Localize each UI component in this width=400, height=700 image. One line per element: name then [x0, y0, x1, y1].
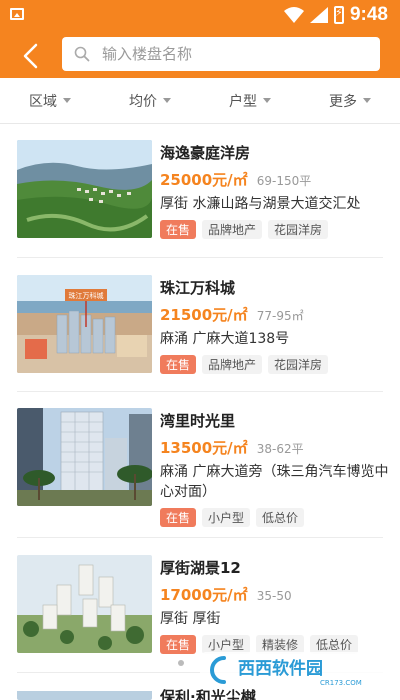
back-button[interactable] — [14, 40, 46, 72]
tag: 小户型 — [202, 508, 251, 527]
listing-photo — [17, 408, 152, 506]
filter-label: 均价 — [129, 93, 157, 110]
listing-info: 湾里时光里 13500元/㎡ 38-62平 麻涌 广麻大道旁（珠三角汽车博览中心… — [160, 410, 390, 527]
listing-info: 珠江万科城 21500元/㎡ 77-95㎡ 麻涌 广麻大道138号 在售 品牌地… — [160, 277, 390, 374]
listing-name: 湾里时光里 — [160, 412, 236, 430]
listing-price: 21500元/㎡ — [160, 306, 248, 324]
price-row: 21500元/㎡ 77-95㎡ — [160, 304, 390, 325]
price-row: 17000元/㎡ 35-50 — [160, 584, 390, 605]
search-box[interactable] — [62, 37, 380, 71]
listing-price: 17000元/㎡ — [160, 586, 248, 604]
tag: 低总价 — [256, 508, 305, 527]
listing-info: 保利·和光尘樾 — [160, 686, 390, 700]
listing-address: 厚街 水濂山路与湖景大道交汇处 — [160, 196, 361, 212]
status-icons: 9:48 — [283, 4, 388, 26]
listing-price: 13500元/㎡ — [160, 439, 248, 457]
listing-photo — [17, 140, 152, 238]
price-row: 25000元/㎡ 69-150平 — [160, 169, 390, 190]
listing-tags: 在售 品牌地产 花园洋房 — [160, 355, 390, 374]
search-input[interactable] — [102, 45, 362, 63]
listing-tags: 在售 品牌地产 花园洋房 — [160, 220, 390, 239]
listing-address: 麻涌 广麻大道旁（珠三角汽车博览中心对面） — [160, 464, 389, 500]
status-badge: 在售 — [160, 355, 197, 374]
listing-name: 海逸豪庭洋房 — [160, 144, 251, 162]
listing-info: 厚街湖景12 17000元/㎡ 35-50 厚街 厚街 在售 小户型 精装修 低… — [160, 557, 390, 654]
image-notification-icon — [10, 8, 24, 20]
listing-area: 77-95㎡ — [256, 309, 304, 323]
filter-bar: 区域 均价 户型 更多 — [0, 78, 400, 124]
listing-info: 海逸豪庭洋房 25000元/㎡ 69-150平 厚街 水濂山路与湖景大道交汇处 … — [160, 142, 390, 239]
status-badge: 在售 — [160, 635, 197, 654]
price-row: 13500元/㎡ 38-62平 — [160, 437, 390, 458]
watermark-text: 西西软件园 — [238, 658, 323, 679]
filter-label: 户型 — [229, 93, 257, 110]
listing-address: 麻涌 广麻大道138号 — [160, 331, 290, 347]
watermark-sub: CR173.COM — [320, 679, 362, 687]
status-bar: 9:48 — [0, 0, 400, 32]
filter-more[interactable]: 更多 — [300, 78, 400, 123]
caret-down-icon — [163, 98, 171, 103]
status-badge: 在售 — [160, 220, 197, 239]
listing-photo: 珠江万科城 — [17, 275, 152, 373]
wifi-icon — [283, 7, 304, 23]
listing-area: 35-50 — [256, 589, 292, 603]
filter-label: 更多 — [329, 93, 357, 110]
status-time: 9:48 — [349, 4, 388, 25]
divider — [17, 537, 383, 538]
tag: 品牌地产 — [202, 220, 263, 239]
status-badge: 在售 — [160, 508, 197, 527]
caret-down-icon — [363, 98, 371, 103]
photo-sign-text: 珠江万科城 — [69, 291, 104, 300]
signal-icon — [309, 7, 328, 23]
listing-photo — [17, 688, 152, 700]
battery-charging-icon — [333, 6, 344, 24]
filter-label: 区域 — [29, 93, 57, 110]
listing-name: 厚街湖景12 — [160, 559, 241, 577]
header — [0, 32, 400, 78]
filter-layout[interactable]: 户型 — [200, 78, 300, 123]
listing-name: 珠江万科城 — [160, 279, 236, 297]
listing-tags: 在售 小户型 低总价 — [160, 508, 390, 527]
listing-price: 25000元/㎡ — [160, 171, 248, 189]
caret-down-icon — [63, 98, 71, 103]
listing-area: 69-150平 — [256, 174, 312, 188]
listing-name: 保利·和光尘樾 — [160, 688, 256, 700]
listing-photo — [17, 555, 152, 653]
caret-down-icon — [263, 98, 271, 103]
tag: 花园洋房 — [268, 220, 329, 239]
watermark-logo: 西西软件园 CR173.COM — [200, 652, 390, 688]
tag: 品牌地产 — [202, 355, 263, 374]
filter-region[interactable]: 区域 — [0, 78, 100, 123]
filter-avg-price[interactable]: 均价 — [100, 78, 200, 123]
back-arrow-icon — [23, 43, 38, 69]
listing-address: 厚街 厚街 — [160, 611, 221, 627]
tag: 花园洋房 — [268, 355, 329, 374]
divider — [17, 391, 383, 392]
search-icon — [74, 46, 90, 62]
listing-area: 38-62平 — [256, 442, 304, 456]
divider — [17, 257, 383, 258]
page-indicator-dot — [178, 660, 184, 666]
